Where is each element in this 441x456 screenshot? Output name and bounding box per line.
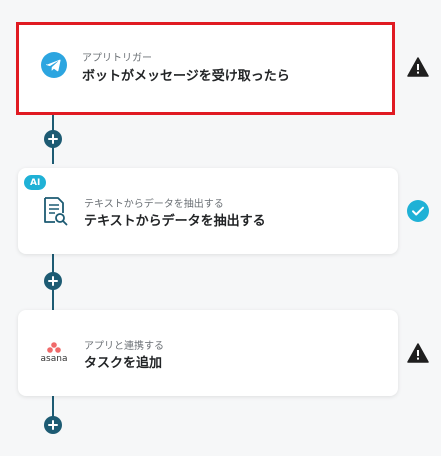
warning-icon: [406, 55, 430, 79]
flow-step-asana[interactable]: asana アプリと連携する タスクを追加: [18, 310, 398, 396]
step-sub-label: アプリと連携する: [84, 341, 164, 352]
flow-step-ai-extract[interactable]: テキストからデータを抽出する テキストからデータを抽出する: [18, 168, 398, 254]
ai-badge: AI: [24, 175, 47, 190]
step-title: テキストからデータを抽出する: [84, 214, 266, 229]
step-title: ボットがメッセージを受け取ったら: [82, 69, 290, 84]
warning-icon: [406, 341, 430, 365]
step-sub-label: テキストからデータを抽出する: [84, 199, 224, 210]
telegram-icon: [39, 50, 69, 80]
document-search-icon: [40, 196, 70, 226]
flow-step-trigger[interactable]: アプリトリガー ボットがメッセージを受け取ったら: [16, 22, 395, 115]
plus-icon: [48, 134, 58, 144]
add-step-button[interactable]: [44, 416, 62, 434]
step-title: タスクを追加: [84, 356, 163, 371]
add-step-button[interactable]: [44, 272, 62, 290]
step-sub-label: アプリトリガー: [82, 53, 152, 64]
asana-icon: asana: [34, 338, 74, 368]
flow-connector: [52, 396, 54, 418]
check-icon: [406, 199, 430, 223]
asana-logo-text: asana: [40, 354, 68, 364]
plus-icon: [48, 420, 58, 430]
plus-icon: [48, 276, 58, 286]
add-step-button[interactable]: [44, 130, 62, 148]
